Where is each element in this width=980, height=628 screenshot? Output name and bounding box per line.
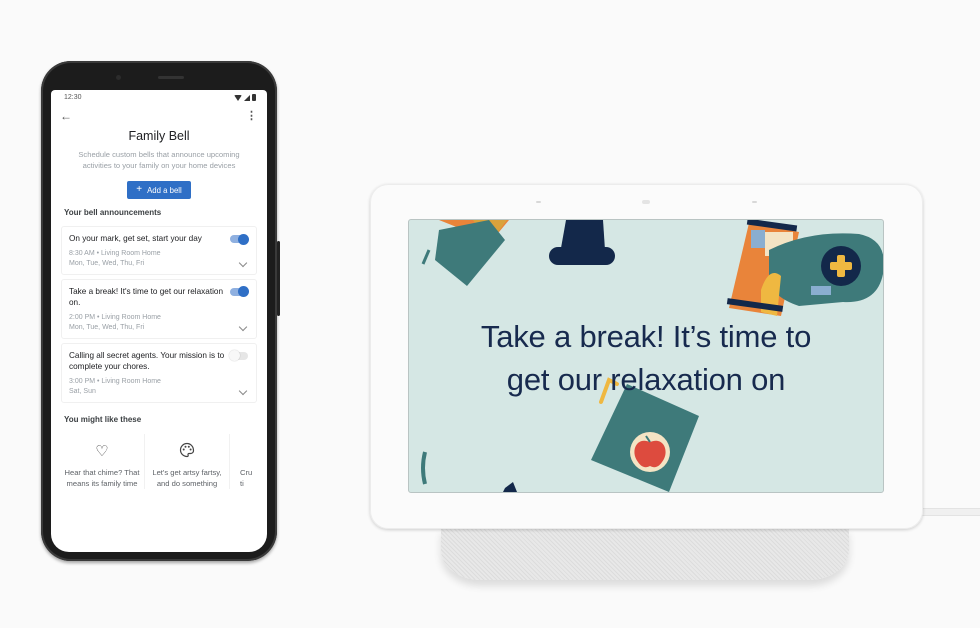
earpiece-speaker (158, 76, 184, 79)
microphone (642, 200, 650, 204)
status-bar: 12:30 (51, 90, 267, 105)
suggestion-text: Cru ti (240, 467, 253, 488)
bell-days: Sat, Sun (69, 387, 96, 395)
battery-icon (252, 94, 256, 101)
wifi-icon (234, 94, 242, 101)
bell-time: 8:30 AM • Living Room Home (69, 249, 161, 257)
page-subtitle: Schedule custom bells that announce upco… (78, 150, 240, 170)
book-illustration (421, 220, 509, 286)
smart-display: Take a break! It’s time to get our relax… (370, 184, 923, 529)
palette-icon (145, 442, 229, 462)
signal-icon (244, 94, 250, 101)
app-bar: ← ⋮ (51, 105, 267, 127)
bell-title: On your mark, get set, start your day (69, 234, 202, 243)
bell-item[interactable]: Calling all secret agents. Your mission … (61, 342, 257, 403)
status-time: 12:30 (64, 94, 82, 101)
bell-title: Calling all secret agents. Your mission … (69, 350, 225, 372)
display-screen[interactable]: Take a break! It’s time to get our relax… (408, 219, 884, 493)
suggestion-card[interactable]: Cru ti (230, 434, 267, 489)
message-line-1: Take a break! It’s time to (480, 319, 812, 354)
light-sensor (536, 201, 541, 203)
power-button (277, 241, 280, 316)
bell-days: Mon, Tue, Wed, Thu, Fri (69, 323, 145, 331)
suggestion-text: Let's get artsy fartsy, and do something (152, 467, 222, 488)
light-sensor (752, 201, 757, 203)
phone-device: 12:30 ← ⋮ Family Bell Schedule custom be… (41, 61, 280, 561)
heart-icon: ♡ (95, 442, 109, 460)
toggle-knob (229, 350, 240, 361)
bell-title: Take a break! It's time to get our relax… (69, 286, 224, 308)
bell-toggle[interactable] (230, 233, 249, 245)
arrow-left-icon[interactable]: ← (60, 110, 72, 122)
toggle-knob (238, 286, 249, 297)
suggestion-text: Hear that chime? That means its family t… (64, 467, 140, 488)
suggestions-heading: You might like these (64, 414, 142, 424)
suggestion-card[interactable]: Let's get artsy fartsy, and do something (145, 433, 230, 489)
leaf-fragment (421, 451, 427, 485)
bell-time: 2:00 PM • Living Room Home (69, 313, 161, 321)
suggestion-card[interactable]: ♡ Hear that chime? That means its family… (60, 433, 145, 489)
game-controller-illustration (726, 220, 883, 316)
more-vert-icon[interactable]: ⋮ (246, 110, 257, 122)
power-cable (915, 508, 980, 516)
message-line-2: get our relaxation on (506, 362, 786, 397)
bee-fragment (503, 482, 517, 492)
speaker-base (441, 528, 849, 580)
bell-toggle[interactable] (229, 350, 248, 361)
bell-toggle[interactable] (230, 286, 249, 297)
plus-icon: + (136, 184, 143, 195)
announcements-heading: Your bell announcements (64, 208, 162, 217)
front-camera (116, 75, 121, 80)
bell-item[interactable]: Take a break! It's time to get our relax… (61, 278, 257, 339)
bell-days: Mon, Tue, Wed, Thu, Fri (69, 259, 145, 267)
bell-item[interactable]: On your mark, get set, start your day 8:… (61, 226, 257, 275)
phone-screen: 12:30 ← ⋮ Family Bell Schedule custom be… (51, 90, 267, 552)
toggle-knob (238, 233, 249, 245)
announcement-message: Take a break! It’s time to get our relax… (409, 315, 883, 401)
add-bell-button[interactable]: + Add a bell (127, 181, 191, 199)
bell-time: 3:00 PM • Living Room Home (69, 377, 161, 385)
lamp-illustration (549, 220, 615, 265)
suggestions-carousel[interactable]: ♡ Hear that chime? That means its family… (51, 433, 267, 489)
page-title: Family Bell (128, 129, 190, 143)
add-bell-label: Add a bell (147, 185, 182, 195)
